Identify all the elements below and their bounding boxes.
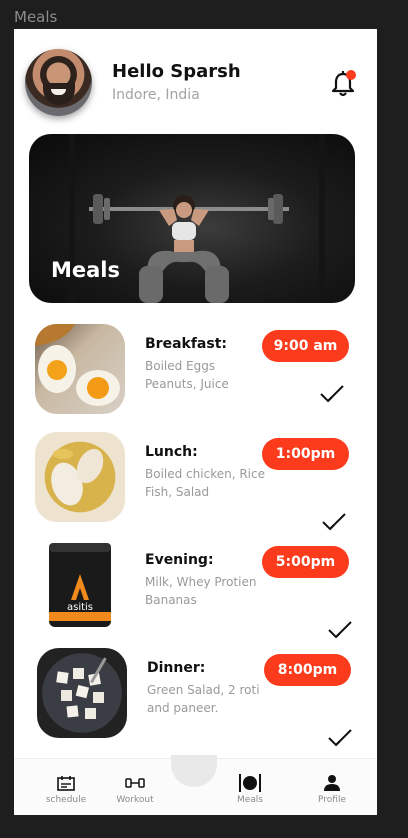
meal-time-badge[interactable]: 8:00pm bbox=[264, 654, 351, 686]
meal-desc-line1: Green Salad, 2 roti bbox=[147, 683, 260, 697]
hero-banner[interactable]: Meals bbox=[29, 134, 355, 303]
person-icon bbox=[302, 773, 362, 793]
meal-description: Boiled chicken, Rice Fish, Salad bbox=[145, 465, 275, 501]
meal-desc-line2: and paneer. bbox=[147, 701, 219, 715]
cutlery-icon bbox=[220, 773, 280, 793]
nav-item-meals[interactable]: Meals bbox=[220, 773, 280, 805]
meal-description: Green Salad, 2 roti and paneer. bbox=[147, 681, 277, 717]
meal-title: Dinner: bbox=[147, 660, 206, 676]
meal-desc-line1: Boiled chicken, Rice bbox=[145, 467, 265, 481]
check-icon[interactable] bbox=[327, 620, 353, 640]
product-label: asitis bbox=[67, 602, 93, 613]
check-icon[interactable] bbox=[327, 728, 353, 748]
location-text: Indore, India bbox=[112, 87, 200, 103]
nav-label: schedule bbox=[45, 795, 87, 805]
notification-bell-icon[interactable] bbox=[328, 69, 358, 99]
meal-item-dinner[interactable]: Dinner: Green Salad, 2 roti and paneer. … bbox=[14, 648, 377, 748]
breakfast-eggs-image bbox=[35, 324, 125, 414]
meal-time-badge[interactable]: 1:00pm bbox=[262, 438, 349, 470]
nav-item-schedule[interactable]: schedule bbox=[36, 773, 96, 805]
nav-center-notch bbox=[171, 755, 217, 787]
meal-title: Evening: bbox=[145, 552, 214, 568]
hero-title: Meals bbox=[51, 258, 121, 282]
lunch-chicken-image bbox=[35, 432, 125, 522]
nav-label: Profile bbox=[318, 795, 346, 805]
nav-item-profile[interactable]: Profile bbox=[302, 773, 362, 805]
meal-time-badge[interactable]: 9:00 am bbox=[262, 330, 349, 362]
nav-label: Workout bbox=[116, 795, 154, 805]
calendar-icon bbox=[36, 773, 96, 793]
meals-screen: Hello Sparsh Indore, India Meals Breakfa… bbox=[14, 29, 377, 815]
meal-title: Lunch: bbox=[145, 444, 198, 460]
check-icon[interactable] bbox=[321, 512, 347, 532]
meal-desc-line1: Milk, Whey Protien bbox=[145, 575, 257, 589]
dinner-paneer-image bbox=[37, 648, 127, 738]
meal-desc-line2: Fish, Salad bbox=[145, 485, 210, 499]
meal-time-badge[interactable]: 5:00pm bbox=[262, 546, 349, 578]
nav-item-workout[interactable]: Workout bbox=[105, 773, 165, 805]
meal-description: Boiled Eggs Peanuts, Juice bbox=[145, 357, 275, 393]
meal-item-breakfast[interactable]: Breakfast: Boiled Eggs Peanuts, Juice 9:… bbox=[14, 324, 377, 424]
bottom-navigation: schedule Workout Meals Profile bbox=[14, 755, 377, 815]
check-icon[interactable] bbox=[319, 384, 345, 404]
meal-description: Milk, Whey Protien Bananas bbox=[145, 573, 275, 609]
meal-item-evening[interactable]: asitis Evening: Milk, Whey Protien Banan… bbox=[14, 540, 377, 640]
dumbbell-icon bbox=[105, 773, 165, 793]
evening-protein-tub-image: asitis bbox=[35, 540, 125, 630]
user-avatar[interactable] bbox=[25, 49, 92, 116]
meal-desc-line1: Boiled Eggs bbox=[145, 359, 216, 373]
meal-desc-line2: Peanuts, Juice bbox=[145, 377, 229, 391]
meal-title: Breakfast: bbox=[145, 336, 227, 352]
greeting-text: Hello Sparsh bbox=[112, 61, 241, 82]
meal-item-lunch[interactable]: Lunch: Boiled chicken, Rice Fish, Salad … bbox=[14, 432, 377, 532]
notification-dot-icon bbox=[346, 70, 356, 80]
frame-label: Meals bbox=[14, 8, 58, 26]
nav-label: Meals bbox=[236, 795, 263, 805]
meal-desc-line2: Bananas bbox=[145, 593, 197, 607]
